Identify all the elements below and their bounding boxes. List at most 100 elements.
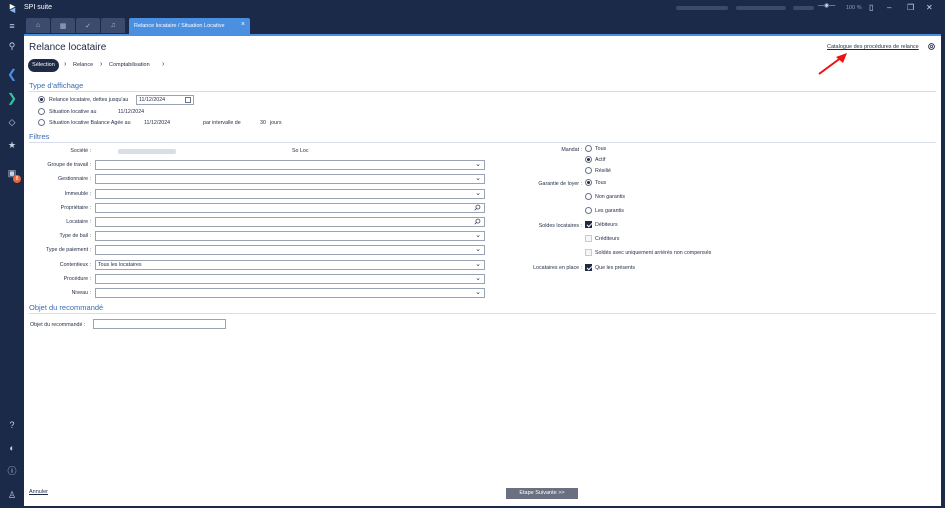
checkbox-crediteurs[interactable] xyxy=(585,235,592,242)
zoom-slider[interactable]: —◉— xyxy=(818,2,835,9)
restore-icon[interactable]: ❐ xyxy=(907,3,914,12)
chevron-down-icon: ⌄ xyxy=(475,261,481,268)
contentieux-select[interactable]: Tous les locataires ⌄ xyxy=(95,260,485,270)
misc-info-blurred xyxy=(793,6,814,10)
env-info-blurred xyxy=(736,6,786,10)
help-icon[interactable]: ? xyxy=(6,419,18,431)
page-title: Relance locataire xyxy=(29,42,107,53)
procedure-select[interactable]: ⌄ xyxy=(95,274,485,284)
arrow-left-icon[interactable]: ❮ xyxy=(6,68,18,80)
radio-mandat-tous[interactable] xyxy=(585,145,592,152)
type-paiement-select[interactable]: ⌄ xyxy=(95,245,485,255)
radio-mandat-actif[interactable] xyxy=(585,156,592,163)
section-filtres: Filtres xyxy=(29,132,50,141)
balance-agee-date: 11/12/2024 xyxy=(144,120,171,126)
code-icon[interactable]: ◇ xyxy=(6,116,18,128)
calendar-picker-icon[interactable] xyxy=(185,97,191,103)
step-comptabilisation[interactable]: Comptabilisation xyxy=(109,62,150,68)
balance-agee-label: Situation locative Balance Agée au xyxy=(49,120,131,126)
close-tab-icon[interactable]: × xyxy=(241,21,245,28)
procedure-label: Procédure : xyxy=(63,276,91,282)
immeuble-label: Immeuble : xyxy=(64,191,91,197)
bell-icon[interactable]: ♫ xyxy=(101,18,125,33)
cancel-link[interactable]: Annuler xyxy=(29,489,48,495)
niveau-label: Niveau : xyxy=(71,290,91,296)
gestionnaire-select[interactable]: ⌄ xyxy=(95,174,485,184)
gear-icon[interactable] xyxy=(927,42,936,51)
arrow-right-icon[interactable]: ❯ xyxy=(6,92,18,104)
headset-icon[interactable]: ◐ xyxy=(6,442,18,454)
gestionnaire-label: Gestionnaire : xyxy=(58,176,91,182)
les-garantis-label: Les garantis xyxy=(595,208,624,214)
search-icon[interactable] xyxy=(474,204,481,211)
step-relance[interactable]: Relance xyxy=(73,62,93,68)
section-objet-recommande: Objet du recommandé xyxy=(29,303,104,312)
radio-mandat-resilie[interactable] xyxy=(585,167,592,174)
tab-relance-locataire[interactable]: Relance locataire / Situation Locative × xyxy=(129,18,250,34)
chevron-right-icon: › xyxy=(100,61,103,68)
radio-balance-agee[interactable] xyxy=(38,119,45,126)
search-icon[interactable]: ⚲ xyxy=(6,40,18,52)
immeuble-select[interactable]: ⌄ xyxy=(95,189,485,199)
type-bail-label: Type de bail : xyxy=(59,233,91,239)
type-paiement-label: Type de paiement : xyxy=(45,247,91,253)
societe-label: Société : xyxy=(70,148,91,154)
document-icon[interactable]: ▯ xyxy=(869,3,873,12)
user-icon[interactable]: ♙ xyxy=(6,489,18,501)
minimize-icon[interactable]: – xyxy=(887,3,891,12)
chevron-down-icon: ⌄ xyxy=(475,246,481,253)
contentieux-value: Tous les locataires xyxy=(98,262,142,268)
check-icon[interactable]: ✓ xyxy=(76,18,100,33)
next-step-button[interactable]: Etape Suivante >> xyxy=(506,488,578,499)
chevron-down-icon: ⌄ xyxy=(475,232,481,239)
divider xyxy=(29,91,936,92)
title-bar: SPI suite —◉— 100 % ▯ – ❐ ✕ xyxy=(0,0,945,17)
app-title: SPI suite xyxy=(24,4,53,11)
close-window-icon[interactable]: ✕ xyxy=(926,3,933,12)
zoom-level: 100 % xyxy=(846,5,862,11)
info-icon[interactable]: ⓘ xyxy=(6,465,18,477)
groupe-travail-select[interactable]: ⌄ xyxy=(95,160,485,170)
notification-badge: 8 xyxy=(13,175,21,183)
locataire-input[interactable] xyxy=(95,217,485,227)
sidebar: ≡ ⚲ ❮ ❯ ◇ ★ ▣ 8 ? ◐ ⓘ ♙ xyxy=(0,17,24,508)
mandat-tous-label: Tous xyxy=(595,146,607,152)
mandat-label: Mandat : xyxy=(561,147,582,153)
user-info-blurred xyxy=(676,6,728,10)
contentieux-label: Contentieux : xyxy=(59,262,91,268)
interval-value[interactable]: 30 xyxy=(260,120,266,126)
star-icon[interactable]: ★ xyxy=(6,139,18,151)
radio-situation-locative[interactable] xyxy=(38,108,45,115)
calendar-icon[interactable]: ▦ xyxy=(51,18,75,33)
proprietaire-input[interactable] xyxy=(95,203,485,213)
radio-les-garantis[interactable] xyxy=(585,207,592,214)
chevron-right-icon: › xyxy=(64,61,67,68)
radio-relance-locataire[interactable] xyxy=(38,96,45,103)
checkbox-debiteurs[interactable] xyxy=(585,221,592,228)
objet-label: Objet du recommandé : xyxy=(30,322,86,328)
garantie-tous-label: Tous xyxy=(595,180,607,186)
checkbox-soldes-arrieres[interactable] xyxy=(585,249,592,256)
radio-garantie-tous[interactable] xyxy=(585,179,592,186)
niveau-select[interactable]: ⌄ xyxy=(95,288,485,298)
red-arrow-annotation xyxy=(818,53,847,75)
section-type-affichage: Type d'affichage xyxy=(29,81,84,90)
chevron-down-icon: ⌄ xyxy=(475,190,481,197)
date-relance-field[interactable]: 11/12/2024 xyxy=(136,95,194,105)
divider xyxy=(29,142,936,143)
radio-non-garantis[interactable] xyxy=(585,193,592,200)
proprietaire-label: Propriétaire : xyxy=(60,205,91,211)
checkbox-que-presents[interactable] xyxy=(585,264,592,271)
step-selection[interactable]: Sélection xyxy=(28,59,59,72)
menu-icon[interactable]: ≡ xyxy=(6,20,18,32)
search-icon[interactable] xyxy=(474,218,481,225)
chevron-down-icon: ⌄ xyxy=(475,161,481,168)
chevron-down-icon: ⌄ xyxy=(475,275,481,282)
tab-label: Relance locataire / Situation Locative xyxy=(134,23,225,29)
garantie-label: Garantie de loyer : xyxy=(538,181,582,187)
chevron-right-icon: › xyxy=(162,61,165,68)
soldes-label: Soldes locataires : xyxy=(538,223,582,229)
type-bail-select[interactable]: ⌄ xyxy=(95,231,485,241)
home-icon[interactable]: ⌂ xyxy=(26,18,50,33)
objet-recommande-input[interactable] xyxy=(93,319,226,329)
